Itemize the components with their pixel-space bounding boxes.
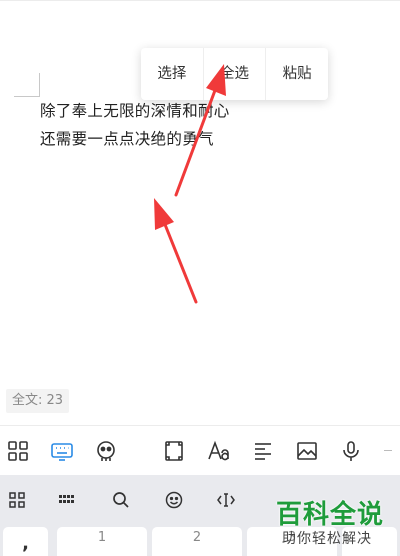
keyboard-layout-icon[interactable]	[56, 489, 78, 511]
paragraph-corner-mark	[14, 73, 40, 97]
watermark-title: 百科全说	[276, 500, 385, 530]
font-style-icon[interactable]	[206, 438, 232, 464]
paste-button[interactable]: 粘贴	[266, 48, 328, 100]
image-icon[interactable]	[294, 438, 320, 464]
key-1[interactable]: 1	[57, 527, 147, 556]
toolbar-more-divider	[384, 450, 392, 451]
select-all-button[interactable]: 全选	[204, 48, 266, 100]
select-button[interactable]: 选择	[141, 48, 203, 100]
watermark-subtitle: 助你轻松解决	[282, 531, 372, 547]
context-menu: 选择 全选 粘贴	[141, 48, 328, 100]
smiley-icon[interactable]	[163, 489, 185, 511]
watermark: 百科全说 助你轻松解决	[268, 492, 392, 556]
app-grid-icon[interactable]	[5, 438, 31, 464]
microphone-icon[interactable]	[338, 438, 364, 464]
cursor-icon[interactable]	[215, 489, 237, 511]
word-count-badge: 全文: 23	[6, 389, 70, 413]
comma-key[interactable]: ,	[3, 527, 48, 556]
key-symbol: ,	[22, 533, 29, 554]
crop-frame-icon[interactable]	[161, 438, 187, 464]
search-icon[interactable]	[110, 489, 132, 511]
align-icon[interactable]	[250, 438, 276, 464]
formatting-toolbar	[0, 425, 400, 475]
key-number: 2	[192, 530, 202, 545]
document-line-1[interactable]: 除了奉上无限的深情和耐心	[40, 99, 230, 121]
key-number: 1	[97, 530, 107, 545]
key-2[interactable]: 2	[152, 527, 242, 556]
emoji-face-icon[interactable]	[93, 438, 119, 464]
keyboard-icon[interactable]	[49, 438, 75, 464]
grid-icon[interactable]	[6, 489, 28, 511]
document-line-2[interactable]: 还需要一点点决绝的勇气	[40, 127, 214, 149]
